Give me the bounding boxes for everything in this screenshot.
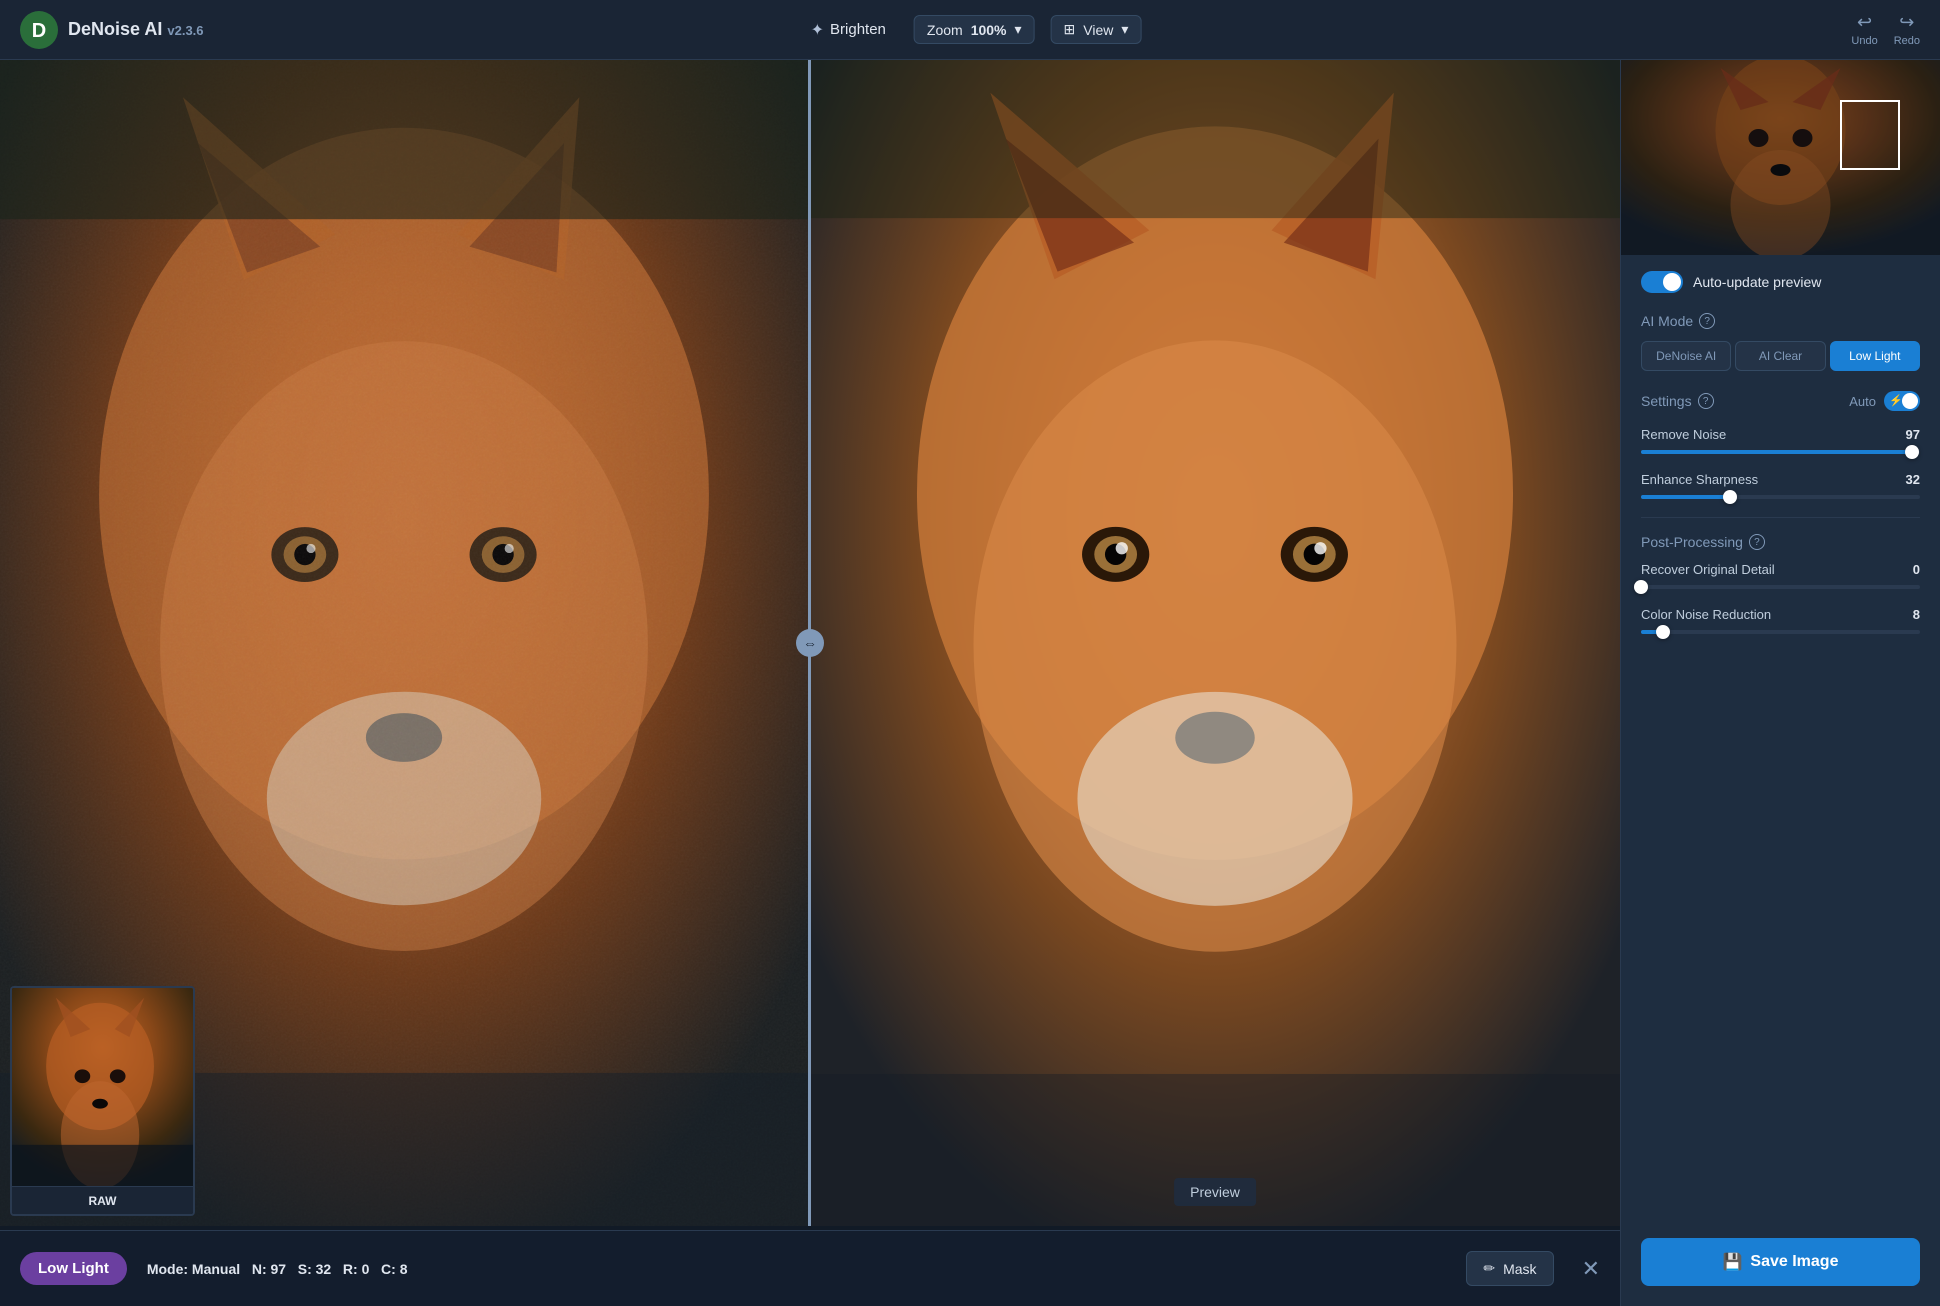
- auto-update-label: Auto-update preview: [1693, 274, 1821, 290]
- ai-mode-section-title: AI Mode ?: [1641, 313, 1920, 329]
- processed-fox-image: [810, 60, 1620, 1226]
- enhance-sharpness-thumb[interactable]: [1723, 490, 1737, 504]
- pencil-icon: ✏: [1483, 1260, 1495, 1277]
- color-noise-value: 8: [1913, 607, 1920, 622]
- lightning-icon: ⚡: [1889, 394, 1903, 407]
- recover-original-track[interactable]: [1641, 585, 1920, 589]
- enhance-sharpness-track[interactable]: [1641, 495, 1920, 499]
- recover-original-value: 0: [1913, 562, 1920, 577]
- settings-help-icon[interactable]: ?: [1698, 393, 1714, 409]
- remove-noise-slider-group: Remove Noise 97: [1641, 427, 1920, 454]
- chevron-down-icon: ▾: [1015, 21, 1022, 38]
- color-noise-label: Color Noise Reduction: [1641, 607, 1771, 622]
- ai-clear-button[interactable]: AI Clear: [1735, 341, 1825, 371]
- enhance-sharpness-header: Enhance Sharpness 32: [1641, 472, 1920, 487]
- remove-noise-header: Remove Noise 97: [1641, 427, 1920, 442]
- auto-update-row: Auto-update preview: [1641, 271, 1920, 293]
- panel-content: Auto-update preview AI Mode ? DeNoise AI…: [1621, 255, 1940, 1238]
- mode-info: Mode: Manual N: 97 S: 32 R: 0 C: 8: [147, 1261, 408, 1277]
- ai-mode-buttons: DeNoise AI AI Clear Low Light: [1641, 341, 1920, 371]
- split-handle[interactable]: ⇔: [796, 629, 824, 657]
- main-layout: ⇔: [0, 60, 1940, 1306]
- remove-noise-value: 97: [1906, 427, 1920, 442]
- auto-label: Auto: [1849, 394, 1876, 409]
- thumbnail-fox: [12, 988, 193, 1186]
- header-center: ✦ Brighten Zoom 100% ▾ ⊞ View ▾: [799, 14, 1142, 46]
- processed-panel: Preview: [810, 60, 1620, 1226]
- raw-badge: RAW: [12, 1186, 193, 1214]
- split-divider: ⇔: [809, 60, 811, 1226]
- undo-icon: ↩: [1857, 12, 1872, 33]
- remove-noise-fill: [1641, 450, 1912, 454]
- section-divider: [1641, 517, 1920, 518]
- split-view-icon: ⊞: [1064, 21, 1076, 38]
- mask-button[interactable]: ✏ Mask: [1466, 1251, 1553, 1286]
- header: D DeNoise AI v2.3.6 ✦ Brighten Zoom 100%…: [0, 0, 1940, 60]
- settings-label-area: Settings ?: [1641, 393, 1714, 409]
- redo-button[interactable]: ↪ Redo: [1894, 12, 1920, 47]
- floppy-icon: 💾: [1723, 1252, 1743, 1272]
- preview-thumb-rect: [1840, 100, 1900, 170]
- recover-original-header: Recover Original Detail 0: [1641, 562, 1920, 577]
- star-icon: ✦: [811, 20, 824, 40]
- recover-original-thumb[interactable]: [1634, 580, 1648, 594]
- recover-original-label: Recover Original Detail: [1641, 562, 1775, 577]
- svg-text:D: D: [32, 20, 46, 42]
- enhance-sharpness-label: Enhance Sharpness: [1641, 472, 1758, 487]
- split-container: ⇔: [0, 60, 1620, 1226]
- thumbnail-overlay: RAW: [10, 986, 195, 1216]
- mode-badge: Low Light: [20, 1252, 127, 1285]
- ai-mode-help-icon[interactable]: ?: [1699, 313, 1715, 329]
- auto-toggle[interactable]: ⚡: [1884, 391, 1920, 411]
- auto-update-toggle[interactable]: [1641, 271, 1683, 293]
- post-processing-help-icon[interactable]: ?: [1749, 534, 1765, 550]
- remove-noise-label: Remove Noise: [1641, 427, 1726, 442]
- color-noise-thumb[interactable]: [1656, 625, 1670, 639]
- save-image-button[interactable]: 💾 Save Image: [1641, 1238, 1920, 1286]
- undo-redo: ↩ Undo ↪ Redo: [1851, 12, 1920, 47]
- enhance-sharpness-slider-group: Enhance Sharpness 32: [1641, 472, 1920, 499]
- settings-row: Settings ? Auto ⚡: [1641, 391, 1920, 411]
- denoise-ai-button[interactable]: DeNoise AI: [1641, 341, 1731, 371]
- status-bar: Low Light Mode: Manual N: 97 S: 32 R: 0 …: [0, 1230, 1620, 1306]
- view-control[interactable]: ⊞ View ▾: [1051, 15, 1142, 44]
- brighten-button[interactable]: ✦ Brighten: [799, 14, 898, 46]
- zoom-control[interactable]: Zoom 100% ▾: [914, 15, 1035, 44]
- processed-fox-svg: [810, 60, 1620, 1226]
- color-noise-track[interactable]: [1641, 630, 1920, 634]
- post-processing-title: Post-Processing ?: [1641, 534, 1920, 550]
- logo-area: D DeNoise AI v2.3.6: [20, 11, 204, 49]
- app-logo: D: [20, 11, 58, 49]
- chevron-down-icon-2: ▾: [1121, 21, 1128, 38]
- enhance-sharpness-value: 32: [1906, 472, 1920, 487]
- enhance-sharpness-fill: [1641, 495, 1730, 499]
- right-panel: Auto-update preview AI Mode ? DeNoise AI…: [1620, 60, 1940, 1306]
- recover-original-slider-group: Recover Original Detail 0: [1641, 562, 1920, 589]
- image-area: ⇔: [0, 60, 1620, 1306]
- undo-button[interactable]: ↩ Undo: [1851, 12, 1877, 47]
- header-right: ↩ Undo ↪ Redo: [1851, 12, 1920, 47]
- color-noise-slider-group: Color Noise Reduction 8: [1641, 607, 1920, 634]
- remove-noise-track[interactable]: [1641, 450, 1920, 454]
- settings-right: Auto ⚡: [1849, 391, 1920, 411]
- remove-noise-thumb[interactable]: [1905, 445, 1919, 459]
- color-noise-header: Color Noise Reduction 8: [1641, 607, 1920, 622]
- preview-thumb: [1621, 60, 1940, 255]
- redo-icon: ↪: [1899, 12, 1914, 33]
- low-light-button[interactable]: Low Light: [1830, 341, 1920, 371]
- app-title: DeNoise AI v2.3.6: [68, 19, 204, 40]
- preview-label: Preview: [1174, 1178, 1256, 1206]
- close-button[interactable]: ✕: [1582, 1256, 1600, 1282]
